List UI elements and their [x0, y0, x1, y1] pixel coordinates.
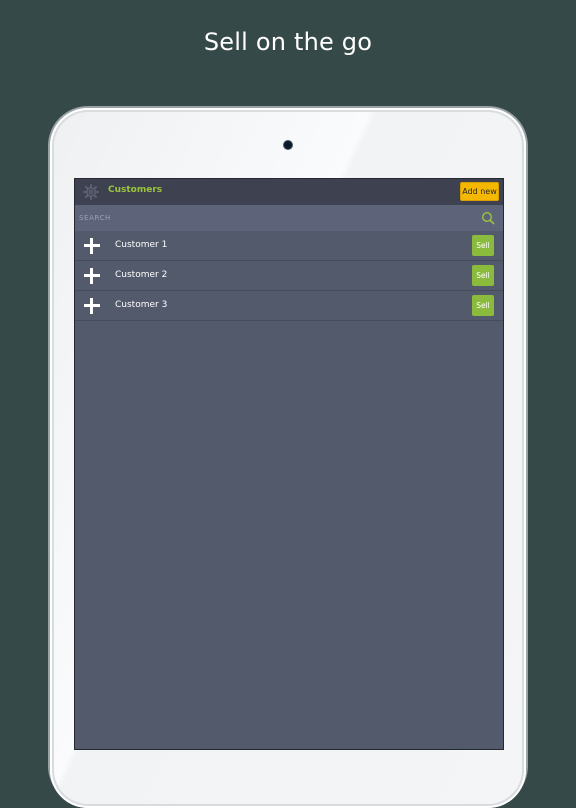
customer-name: Customer 2 — [115, 270, 168, 280]
sell-button[interactable]: Sell — [472, 265, 494, 286]
sell-button[interactable]: Sell — [472, 235, 494, 256]
plus-icon[interactable] — [84, 238, 100, 254]
customer-list: Customer 1 Sell Customer 2 Sell Customer… — [75, 231, 503, 321]
promo-headline: Sell on the go — [203, 28, 373, 56]
front-camera — [284, 141, 292, 149]
sell-button[interactable]: Sell — [472, 295, 494, 316]
list-item[interactable]: Customer 1 Sell — [75, 231, 503, 261]
search-icon[interactable] — [481, 211, 495, 225]
customer-name: Customer 3 — [115, 300, 168, 310]
plus-icon[interactable] — [84, 298, 100, 314]
add-new-button[interactable]: Add new — [460, 182, 499, 201]
search-input[interactable] — [79, 209, 459, 227]
app-screen: Customers Add new Customer 1 Sell Custom… — [74, 178, 504, 750]
plus-icon[interactable] — [84, 268, 100, 284]
gear-icon[interactable] — [83, 184, 99, 200]
customer-name: Customer 1 — [115, 240, 168, 250]
list-item[interactable]: Customer 3 Sell — [75, 291, 503, 321]
app-header: Customers Add new — [75, 179, 503, 205]
list-item[interactable]: Customer 2 Sell — [75, 261, 503, 291]
page-title: Customers — [108, 185, 163, 195]
search-bar — [75, 205, 503, 231]
